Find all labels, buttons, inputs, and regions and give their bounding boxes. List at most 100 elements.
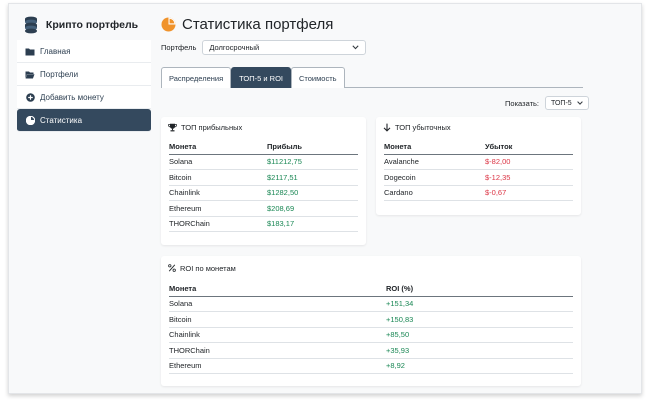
sidebar-item-statistics[interactable]: Статистика (17, 109, 151, 132)
column-header-roi: ROI (%) (386, 283, 414, 293)
folder-icon (25, 46, 35, 56)
table-row: Solana $11212,75 (169, 155, 358, 170)
arrow-down-icon (383, 123, 391, 132)
loss-cell: $-0,67 (485, 188, 507, 198)
coins-stack-icon (24, 16, 37, 34)
main-content: Статистика портфеля Портфель Долгосрочны… (161, 4, 641, 393)
tab-value[interactable]: Стоимость (290, 67, 345, 88)
tab-bar: Распределения ТОП-5 и ROI Стоимость (161, 67, 583, 88)
roi-cell: +35,93 (386, 345, 410, 355)
folder-open-icon (25, 69, 35, 79)
chevron-down-icon (577, 101, 583, 105)
coin-cell: Ethereum (169, 203, 202, 213)
top-profit-table: Монета Прибыль Solana $11212,75 Bitcoin $2… (169, 139, 358, 232)
plus-circle-icon (25, 92, 35, 102)
tab-label: ТОП-5 и ROI (239, 73, 283, 83)
coin-cell: Solana (169, 157, 193, 167)
sidebar-item-label: Главная (40, 46, 71, 56)
table-header-row: Монета Убыток (384, 139, 573, 155)
trophy-icon (168, 123, 177, 131)
column-header-loss: Убыток (485, 141, 513, 151)
brand-title: Крипто портфель (45, 19, 139, 31)
card-header: ROI по монетам (161, 256, 581, 280)
table-row: Cardano $-0,67 (384, 186, 573, 201)
card-header: ТОП прибыльных (161, 117, 366, 137)
card-title: ТОП убыточных (395, 122, 451, 132)
column-header-profit: Прибыль (267, 141, 302, 151)
coin-cell: Chainlink (169, 330, 200, 340)
column-header-coin: Монета (169, 141, 197, 151)
coin-cell: Bitcoin (169, 172, 192, 182)
brand: Крипто портфель (9, 12, 151, 38)
coin-cell: Avalanche (384, 157, 419, 167)
column-header-coin: Монета (384, 141, 412, 151)
table-row: Chainlink $1282,50 (169, 186, 358, 201)
top-count-value: ТОП-5 (551, 99, 572, 107)
page-header: Статистика портфеля (161, 12, 333, 36)
card-header: ТОП убыточных (376, 117, 581, 137)
roi-cell: +85,50 (386, 330, 410, 340)
roi-card: ROI по монетам Монета ROI (%) Solana +151… (161, 256, 581, 386)
sidebar-item-label: Портфели (40, 69, 79, 79)
sidebar-item-home[interactable]: Главная (17, 40, 151, 63)
table-header-row: Монета Прибыль (169, 139, 358, 155)
show-filter: Показать: ТОП-5 (505, 96, 589, 110)
pie-chart-icon (161, 17, 176, 31)
sidebar: Крипто портфель Главная Портфели Добавит… (9, 4, 151, 393)
coin-cell: Ethereum (169, 361, 202, 371)
table-row: Avalanche $-82,00 (384, 155, 573, 170)
top-count-select[interactable]: ТОП-5 (545, 96, 589, 110)
card-title: ROI по монетам (180, 263, 236, 273)
table-row: Dogecoin $-12,35 (384, 170, 573, 186)
tab-label: Распределения (169, 73, 224, 83)
tab-label: Стоимость (298, 73, 337, 83)
coin-cell: THORChain (169, 345, 210, 355)
app-window: Крипто портфель Главная Портфели Добавит… (8, 3, 642, 394)
tab-distributions[interactable]: Распределения (161, 67, 232, 88)
loss-cell: $-82,00 (485, 157, 511, 167)
table-row: Bitcoin +150,83 (169, 312, 573, 328)
table-row: THORChain +35,93 (169, 343, 573, 359)
table-row: Chainlink +85,50 (169, 328, 573, 343)
coin-cell: Cardano (384, 188, 413, 198)
portfolio-label: Портфель (161, 43, 197, 52)
percent-icon (168, 264, 176, 272)
table-row: Ethereum +8,92 (169, 359, 573, 374)
table-row: Ethereum $208,69 (169, 201, 358, 217)
roi-cell: +150,83 (386, 314, 414, 324)
column-header-coin: Монета (169, 283, 197, 293)
profit-cell: $183,17 (267, 219, 295, 229)
show-label: Показать: (505, 98, 539, 108)
sidebar-item-add-coin[interactable]: Добавить монету (17, 86, 151, 109)
sidebar-item-label: Добавить монету (40, 92, 104, 102)
profit-cell: $2117,51 (267, 172, 298, 182)
roi-cell: +151,34 (386, 299, 414, 309)
sidebar-item-portfolios[interactable]: Портфели (17, 63, 151, 86)
profit-cell: $11212,75 (267, 157, 302, 167)
coin-cell: Bitcoin (169, 314, 192, 324)
portfolio-select-value: Долгосрочный (209, 43, 260, 52)
tab-top5-roi[interactable]: ТОП-5 и ROI (231, 67, 291, 88)
top-loss-card: ТОП убыточных Монета Убыток Avalanche $-8… (376, 117, 581, 215)
table-row: Solana +151,34 (169, 297, 573, 312)
table-header-row: Монета ROI (%) (169, 281, 573, 297)
sidebar-item-label: Статистика (40, 115, 83, 125)
coin-cell: Dogecoin (384, 172, 416, 182)
loss-cell: $-12,35 (485, 172, 511, 182)
top-loss-table: Монета Убыток Avalanche $-82,00 Dogecoin $… (384, 139, 573, 201)
chevron-down-icon (352, 45, 359, 50)
roi-table: Монета ROI (%) Solana +151,34 Bitcoin +150… (169, 281, 573, 374)
portfolio-select[interactable]: Долгосрочный (202, 40, 367, 55)
coin-cell: THORChain (169, 219, 210, 229)
sidebar-nav: Главная Портфели Добавить монету Статист… (17, 40, 151, 132)
page-title: Статистика портфеля (182, 15, 334, 33)
table-row: Bitcoin $2117,51 (169, 170, 358, 186)
table-row: THORChain $183,17 (169, 217, 358, 232)
roi-cell: +8,92 (386, 361, 405, 371)
portfolio-selector: Портфель Долгосрочный (161, 40, 367, 55)
profit-cell: $208,69 (267, 203, 295, 213)
top-profit-card: ТОП прибыльных Монета Прибыль Solana $112… (161, 117, 366, 245)
profit-cell: $1282,50 (267, 188, 299, 198)
coin-cell: Solana (169, 299, 193, 309)
card-title: ТОП прибыльных (181, 122, 243, 132)
